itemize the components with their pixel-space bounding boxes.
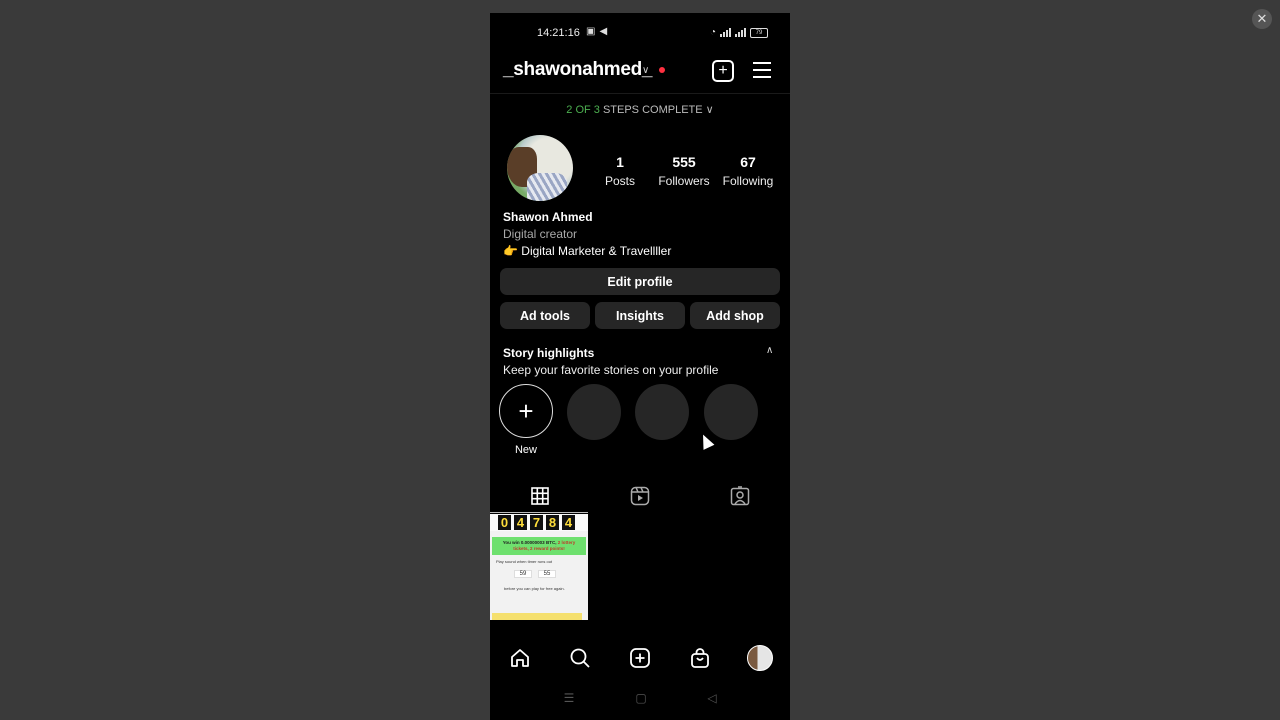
bottom-nav bbox=[490, 641, 790, 675]
stat-following[interactable]: 67 Following bbox=[716, 154, 780, 188]
tab-grid[interactable] bbox=[490, 479, 590, 513]
recents-icon[interactable]: ☰ bbox=[557, 686, 581, 710]
edit-profile-button[interactable]: Edit profile bbox=[500, 268, 780, 295]
reels-icon bbox=[630, 486, 650, 506]
bio-text: 👉 Digital Marketer & Travellller bbox=[503, 244, 672, 258]
wifi-icon: ◔ bbox=[709, 27, 716, 38]
system-nav: ☰ ▢ ◁ bbox=[490, 686, 790, 710]
nav-home[interactable] bbox=[503, 641, 537, 675]
username[interactable]: _shawonahmed_ bbox=[503, 59, 653, 81]
profile-avatar-icon bbox=[747, 645, 773, 671]
ad-tools-button[interactable]: Ad tools bbox=[500, 302, 590, 329]
navigation-icon: ◀ bbox=[599, 26, 608, 37]
status-time: 14:21:16 bbox=[537, 27, 580, 39]
profile-tabs bbox=[490, 479, 790, 513]
new-highlight-button[interactable]: + bbox=[499, 384, 553, 438]
status-bar: 14:21:16 ▣ ◀ ◔ 79 bbox=[490, 13, 790, 53]
chevron-down-icon[interactable]: ∨ bbox=[642, 65, 649, 76]
phone-screen: 14:21:16 ▣ ◀ ◔ 79 _shawonahmed_ ∨ + 2 OF… bbox=[490, 13, 790, 720]
nav-search[interactable] bbox=[563, 641, 597, 675]
profile-stats: 1 Posts 555 Followers 67 Following bbox=[588, 154, 780, 188]
nav-create[interactable] bbox=[623, 641, 657, 675]
post-win-banner: You win 0.00000003 BTC, 2 lottery ticket… bbox=[492, 537, 586, 555]
menu-icon[interactable] bbox=[753, 62, 771, 83]
new-highlight-label: New bbox=[514, 444, 537, 456]
create-icon bbox=[630, 648, 650, 668]
insights-button[interactable]: Insights bbox=[595, 302, 685, 329]
tagged-icon bbox=[730, 486, 750, 506]
category: Digital creator bbox=[503, 227, 578, 241]
nav-profile[interactable] bbox=[743, 641, 777, 675]
shop-icon bbox=[691, 648, 709, 668]
home-icon bbox=[511, 649, 529, 667]
add-shop-button[interactable]: Add shop bbox=[690, 302, 780, 329]
story-highlights-title: Story highlights bbox=[503, 346, 595, 360]
display-name: Shawon Ahmed bbox=[503, 210, 593, 224]
post-counter: 0 4 7 8 4 bbox=[490, 514, 588, 531]
highlight-placeholder bbox=[567, 384, 621, 440]
signal-icon-2 bbox=[735, 28, 746, 37]
stat-followers[interactable]: 555 Followers bbox=[652, 154, 716, 188]
highlight-placeholder bbox=[704, 384, 758, 440]
notification-dot bbox=[659, 67, 665, 73]
profile-header: _shawonahmed_ ∨ + bbox=[490, 57, 790, 93]
chevron-down-icon: ∨ bbox=[705, 104, 714, 116]
create-post-icon[interactable]: + bbox=[712, 60, 734, 82]
plus-icon: + bbox=[518, 395, 534, 426]
steps-progress[interactable]: 2 OF 3 STEPS COMPLETE ∨ bbox=[490, 103, 790, 116]
close-button[interactable]: ✕ bbox=[1252, 9, 1272, 29]
story-highlights-subtitle: Keep your favorite stories on your profi… bbox=[503, 363, 719, 377]
stat-posts[interactable]: 1 Posts bbox=[588, 154, 652, 188]
divider bbox=[490, 93, 790, 94]
bio: Shawon Ahmed Digital creator 👉 Digital M… bbox=[503, 209, 671, 260]
battery-icon: 79 bbox=[750, 27, 768, 38]
tab-reels[interactable] bbox=[590, 479, 690, 513]
chevron-up-icon[interactable]: ∧ bbox=[766, 345, 773, 356]
post-thumbnail[interactable]: 0 4 7 8 4 You win 0.00000003 BTC, 2 lott… bbox=[490, 514, 588, 620]
active-tab-indicator bbox=[490, 512, 588, 513]
profile-avatar[interactable] bbox=[507, 135, 573, 201]
highlight-placeholder bbox=[635, 384, 689, 440]
search-icon bbox=[570, 648, 590, 668]
tab-tagged[interactable] bbox=[690, 479, 790, 513]
signal-icon bbox=[720, 28, 731, 37]
notification-icon: ▣ bbox=[586, 26, 596, 37]
home-button-icon[interactable]: ▢ bbox=[629, 686, 653, 710]
nav-shop[interactable] bbox=[683, 641, 717, 675]
back-icon[interactable]: ◁ bbox=[700, 686, 724, 710]
grid-icon bbox=[531, 487, 549, 505]
